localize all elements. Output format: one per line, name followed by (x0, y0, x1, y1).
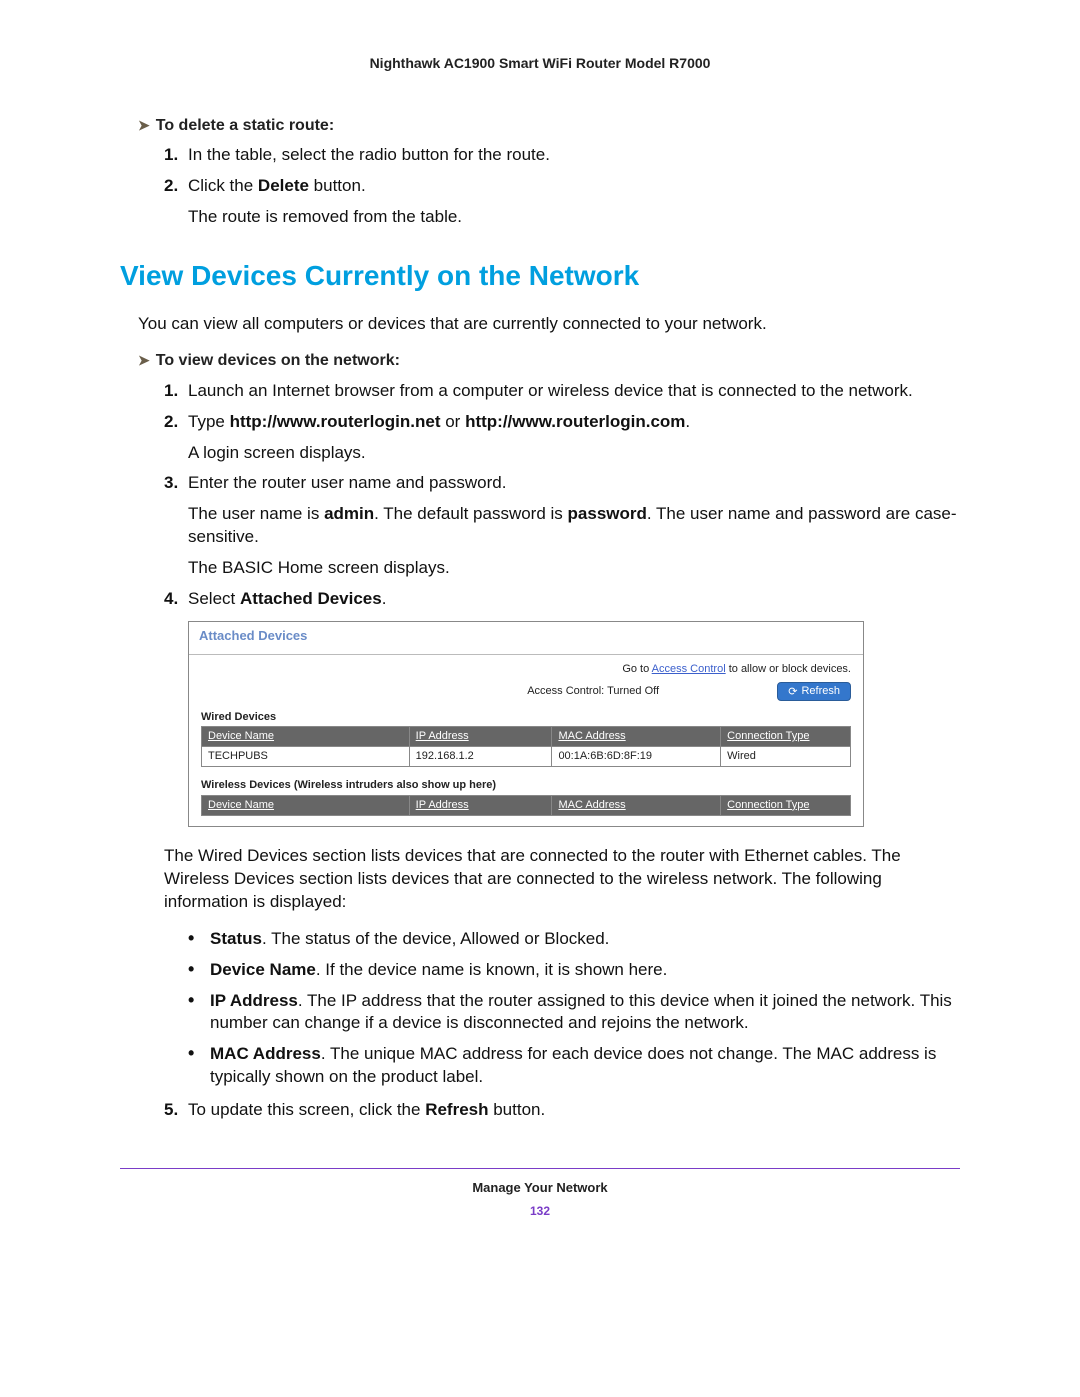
after-shot-paragraph: The Wired Devices section lists devices … (164, 845, 960, 914)
heading-delete-route-text: To delete a static route: (156, 117, 334, 134)
wireless-devices-label: Wireless Devices (Wireless intruders als… (201, 779, 851, 792)
step-number: 1. (164, 144, 178, 167)
footer-rule (120, 1168, 960, 1169)
step-number: 1. (164, 380, 178, 403)
step-text-bold: Delete (258, 176, 309, 195)
col-connection-type[interactable]: Connection Type (721, 795, 851, 815)
wireless-devices-table: Device Name IP Address MAC Address Conne… (201, 795, 851, 816)
step-subtext-bold: admin (324, 504, 374, 523)
bullet-status: Status. The status of the device, Allowe… (188, 928, 960, 951)
col-ip-address[interactable]: IP Address (409, 795, 552, 815)
step-view-5: 5. To update this screen, click the Refr… (164, 1099, 960, 1122)
step-number: 5. (164, 1099, 178, 1122)
arrow-icon: ➤ (138, 117, 150, 133)
step-subtext-bold: password (568, 504, 647, 523)
step-text-bold: Attached Devices (240, 589, 382, 608)
doc-header: Nighthawk AC1900 Smart WiFi Router Model… (120, 54, 960, 73)
step-view-4: 4. Select Attached Devices. (164, 588, 960, 611)
col-ip-address[interactable]: IP Address (409, 727, 552, 747)
step-text-bold: http://www.routerlogin.com (465, 412, 685, 431)
bullet-desc: . The status of the device, Allowed or B… (262, 929, 609, 948)
step-subtext: The route is removed from the table. (188, 206, 960, 229)
step-text: or (441, 412, 466, 431)
step-delete-2: 2. Click the Delete button. The route is… (164, 175, 960, 229)
cell-ip-address: 192.168.1.2 (409, 747, 552, 767)
bullet-term: Status (210, 929, 262, 948)
step-text-bold: http://www.routerlogin.net (230, 412, 441, 431)
heading-view-devices-text: To view devices on the network: (156, 352, 400, 369)
step-number: 3. (164, 472, 178, 495)
hint-text: to allow or block devices. (726, 663, 851, 675)
step-delete-1: 1. In the table, select the radio button… (164, 144, 960, 167)
bullet-device-name: Device Name. If the device name is known… (188, 959, 960, 982)
step-text: Select (188, 589, 240, 608)
cell-connection-type: Wired (721, 747, 851, 767)
col-mac-address[interactable]: MAC Address (552, 727, 721, 747)
bullet-term: IP Address (210, 991, 298, 1010)
step-subtext: The user name is admin. The default pass… (188, 503, 960, 549)
bullet-term: Device Name (210, 960, 316, 979)
refresh-icon: ⟳ (788, 685, 797, 698)
refresh-button[interactable]: ⟳ Refresh (777, 682, 851, 701)
step-text: button. (309, 176, 366, 195)
footer-section: Manage Your Network (120, 1179, 960, 1197)
heading-delete-route: ➤ To delete a static route: (138, 115, 960, 137)
step-subtext: The BASIC Home screen displays. (188, 557, 960, 580)
heading-view-devices: ➤ To view devices on the network: (138, 350, 960, 372)
step-number: 4. (164, 588, 178, 611)
hint-text: Go to (622, 663, 651, 675)
step-text: In the table, select the radio button fo… (188, 145, 550, 164)
access-control-link[interactable]: Access Control (652, 663, 726, 675)
wired-devices-label: Wired Devices (201, 711, 851, 724)
step-text: Launch an Internet browser from a comput… (188, 381, 913, 400)
bullet-desc: . The IP address that the router assigne… (210, 991, 952, 1033)
arrow-icon: ➤ (138, 352, 150, 368)
step-text: . (382, 589, 387, 608)
step-text: Type (188, 412, 230, 431)
access-control-hint: Go to Access Control to allow or block d… (201, 663, 851, 676)
step-number: 2. (164, 411, 178, 434)
cell-device-name: TECHPUBS (202, 747, 410, 767)
step-view-3: 3. Enter the router user name and passwo… (164, 472, 960, 580)
table-row: TECHPUBS 192.168.1.2 00:1A:6B:6D:8F:19 W… (202, 747, 851, 767)
col-device-name[interactable]: Device Name (202, 795, 410, 815)
bullet-mac-address: MAC Address. The unique MAC address for … (188, 1043, 960, 1089)
intro-paragraph: You can view all computers or devices th… (138, 313, 960, 336)
col-mac-address[interactable]: MAC Address (552, 795, 721, 815)
col-device-name[interactable]: Device Name (202, 727, 410, 747)
step-text: To update this screen, click the (188, 1100, 425, 1119)
access-control-status: Access Control: Turned Off (409, 685, 777, 698)
refresh-button-label: Refresh (801, 685, 840, 697)
panel-title: Attached Devices (189, 622, 863, 655)
step-text: Enter the router user name and password. (188, 473, 506, 492)
step-text-bold: Refresh (425, 1100, 488, 1119)
attached-devices-panel: Attached Devices Go to Access Control to… (188, 621, 864, 827)
footer-page-number: 132 (120, 1203, 960, 1219)
wired-devices-table: Device Name IP Address MAC Address Conne… (201, 726, 851, 767)
cell-mac-address: 00:1A:6B:6D:8F:19 (552, 747, 721, 767)
page-title: View Devices Currently on the Network (120, 257, 960, 295)
step-view-2: 2. Type http://www.routerlogin.net or ht… (164, 411, 960, 465)
bullet-ip-address: IP Address. The IP address that the rout… (188, 990, 960, 1036)
step-subtext-span: . The default password is (374, 504, 567, 523)
step-text: button. (489, 1100, 546, 1119)
bullet-desc: . If the device name is known, it is sho… (316, 960, 668, 979)
step-subtext: A login screen displays. (188, 442, 960, 465)
step-text: . (685, 412, 690, 431)
step-subtext-span: The user name is (188, 504, 324, 523)
step-text: Click the (188, 176, 258, 195)
step-number: 2. (164, 175, 178, 198)
step-view-1: 1. Launch an Internet browser from a com… (164, 380, 960, 403)
bullet-term: MAC Address (210, 1044, 321, 1063)
col-connection-type[interactable]: Connection Type (721, 727, 851, 747)
